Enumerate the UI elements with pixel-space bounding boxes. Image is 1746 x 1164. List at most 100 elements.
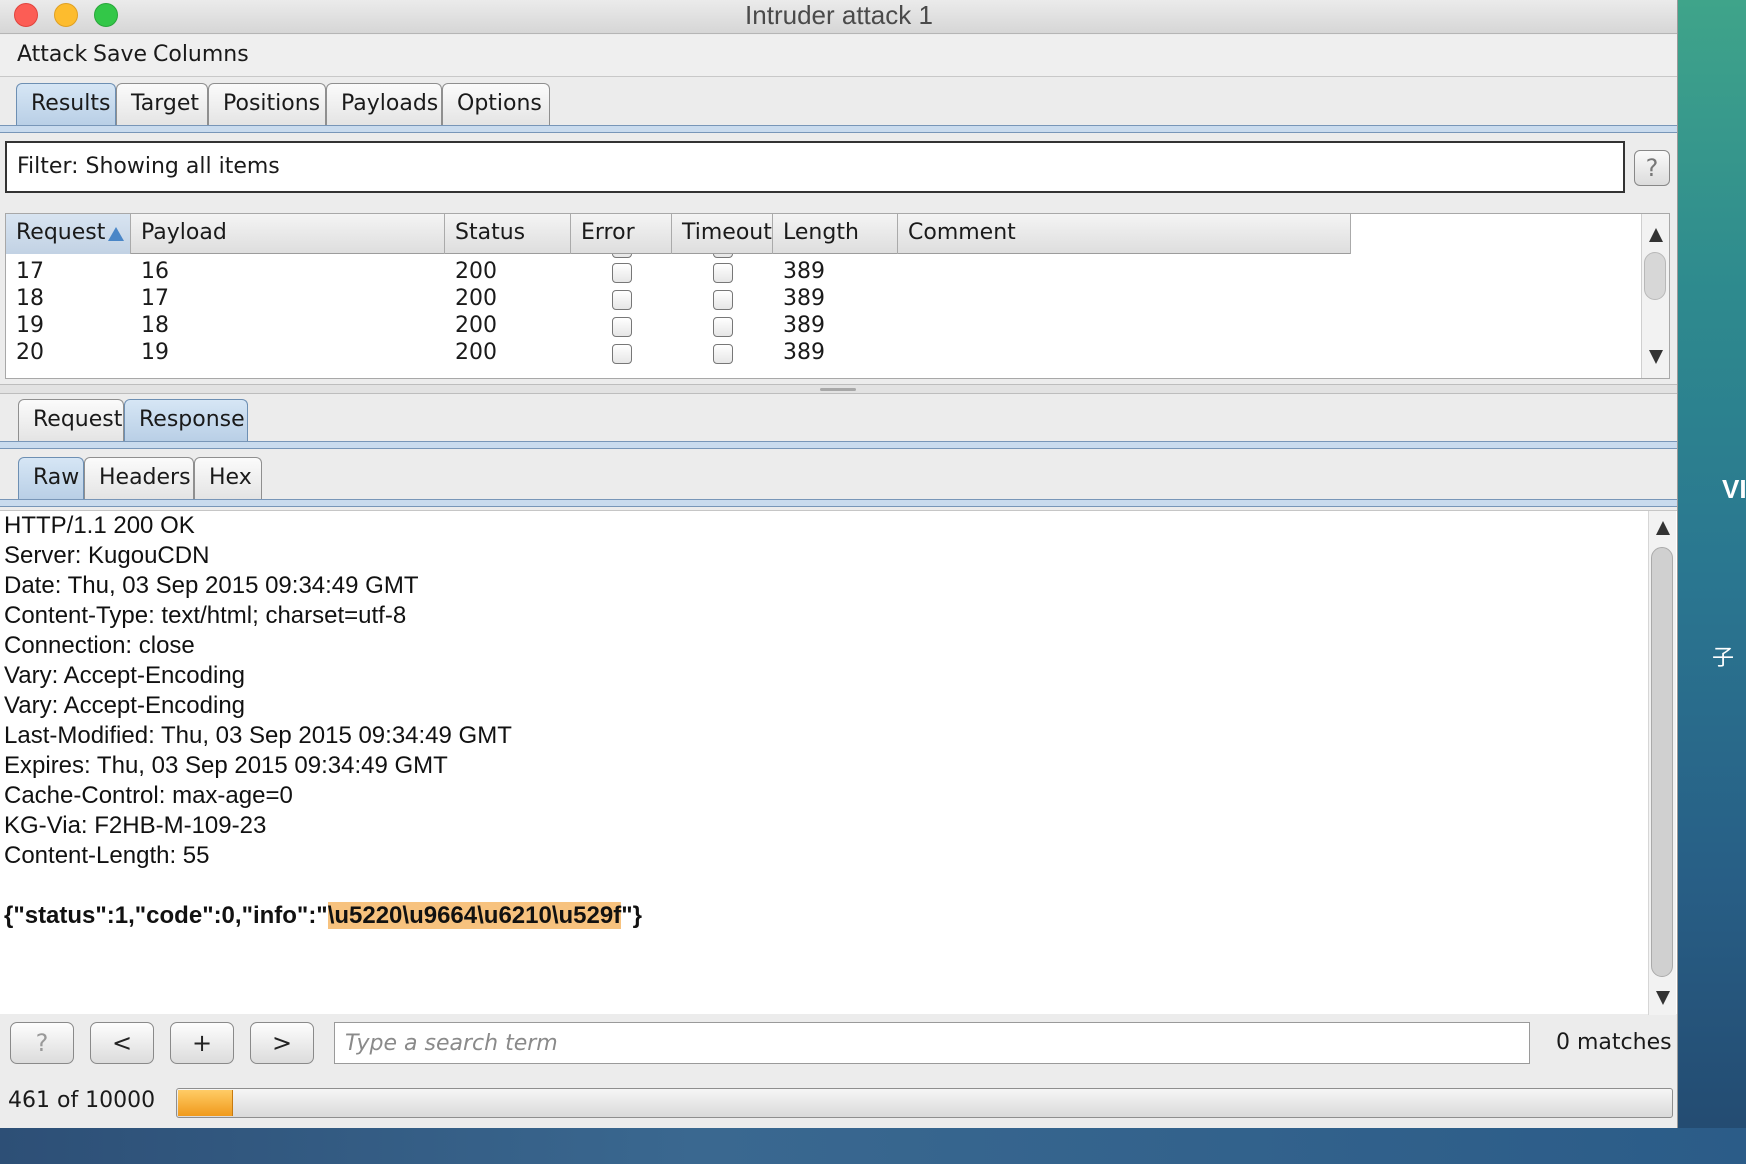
response-body-suffix: "} bbox=[621, 902, 642, 929]
tab-raw[interactable]: Raw bbox=[18, 457, 84, 499]
tab-strip-underline bbox=[0, 499, 1677, 507]
response-text-area[interactable]: HTTP/1.1 200 OK Server: KugouCDN Date: T… bbox=[0, 510, 1677, 1015]
scroll-up-arrow-icon[interactable] bbox=[1656, 521, 1670, 535]
filter-bar[interactable]: Filter: Showing all items bbox=[5, 141, 1625, 193]
search-previous-button[interactable]: < bbox=[90, 1022, 154, 1064]
divider-grip-icon bbox=[820, 388, 856, 391]
error-checkbox bbox=[612, 317, 632, 337]
attack-progress-bar bbox=[176, 1088, 1673, 1118]
results-table: Request Payload Status Error Timeout Len… bbox=[5, 213, 1670, 379]
window-title: Intruder attack 1 bbox=[745, 0, 933, 30]
cell-payload: 18 bbox=[141, 313, 169, 338]
cell-length: 389 bbox=[783, 340, 825, 365]
table-body: 17 16 200 389 18 17 200 389 19 18 200 38… bbox=[6, 254, 1646, 378]
cell-status: 200 bbox=[455, 286, 497, 311]
response-line: Content-Length: 55 bbox=[4, 842, 210, 869]
timeout-checkbox bbox=[713, 263, 733, 283]
response-line: KG-Via: F2HB-M-109-23 bbox=[4, 812, 267, 839]
sort-ascending-icon bbox=[108, 227, 124, 241]
response-line: Cache-Control: max-age=0 bbox=[4, 782, 293, 809]
desktop-partial-text: 子 bbox=[1712, 646, 1735, 671]
timeout-checkbox bbox=[713, 344, 733, 364]
cell-payload: 19 bbox=[141, 340, 169, 365]
cell-status: 200 bbox=[455, 313, 497, 338]
search-next-button[interactable]: > bbox=[250, 1022, 314, 1064]
response-body-highlight: \u5220\u9664\u6210\u529f bbox=[327, 902, 622, 929]
split-pane-divider[interactable] bbox=[0, 384, 1677, 394]
column-header-comment[interactable]: Comment bbox=[898, 214, 1351, 254]
cell-length: 389 bbox=[783, 286, 825, 311]
table-row[interactable]: 18 17 200 389 bbox=[6, 284, 1351, 314]
scroll-up-arrow-icon[interactable] bbox=[1649, 228, 1663, 242]
response-line: Vary: Accept-Encoding bbox=[4, 662, 246, 689]
column-header-payload[interactable]: Payload bbox=[131, 214, 445, 254]
search-add-button[interactable]: + bbox=[170, 1022, 234, 1064]
results-scrollbar[interactable] bbox=[1641, 214, 1669, 378]
cell-status: 200 bbox=[455, 259, 497, 284]
table-row[interactable]: 20 19 200 389 bbox=[6, 338, 1351, 368]
menu-columns[interactable]: Columns bbox=[153, 42, 249, 67]
response-line: HTTP/1.1 200 OK bbox=[4, 512, 195, 539]
filter-help-button[interactable]: ? bbox=[1634, 150, 1670, 186]
tab-target[interactable]: Target bbox=[116, 83, 208, 125]
tab-request[interactable]: Request bbox=[18, 399, 124, 441]
response-line: Last-Modified: Thu, 03 Sep 2015 09:34:49… bbox=[4, 722, 512, 749]
scroll-down-arrow-icon[interactable] bbox=[1656, 991, 1670, 1005]
search-help-button[interactable]: ? bbox=[10, 1022, 74, 1064]
tab-response[interactable]: Response bbox=[124, 399, 248, 441]
tab-hex[interactable]: Hex bbox=[194, 457, 262, 499]
column-header-request[interactable]: Request bbox=[6, 214, 131, 254]
cell-payload: 16 bbox=[141, 259, 169, 284]
tab-strip-underline bbox=[0, 125, 1677, 133]
tab-headers[interactable]: Headers bbox=[84, 457, 194, 499]
column-header-length[interactable]: Length bbox=[773, 214, 898, 254]
response-line: Connection: close bbox=[4, 632, 195, 659]
cell-length: 389 bbox=[783, 259, 825, 284]
error-checkbox bbox=[612, 344, 632, 364]
title-bar: Intruder attack 1 bbox=[0, 0, 1677, 34]
search-input[interactable] bbox=[334, 1022, 1530, 1064]
cell-length: 389 bbox=[783, 313, 825, 338]
response-line: Server: KugouCDN bbox=[4, 542, 210, 569]
table-row[interactable]: 17 16 200 389 bbox=[6, 257, 1351, 287]
table-row[interactable]: 19 18 200 389 bbox=[6, 311, 1351, 341]
response-content: HTTP/1.1 200 OK Server: KugouCDN Date: T… bbox=[4, 511, 1644, 931]
column-header-timeout[interactable]: Timeout bbox=[672, 214, 773, 254]
progress-fill bbox=[178, 1090, 233, 1116]
desktop-partial-text: VI bbox=[1722, 474, 1746, 504]
column-header-status[interactable]: Status bbox=[445, 214, 571, 254]
filter-label: Filter: bbox=[17, 154, 79, 179]
tab-positions[interactable]: Positions bbox=[208, 83, 326, 125]
response-line: Vary: Accept-Encoding bbox=[4, 692, 246, 719]
response-scrollbar[interactable] bbox=[1648, 511, 1676, 1015]
error-checkbox bbox=[612, 290, 632, 310]
progress-count: 461 of 10000 bbox=[8, 1088, 156, 1113]
timeout-checkbox bbox=[713, 290, 733, 310]
intruder-window: Intruder attack 1 Attack Save Columns Re… bbox=[0, 0, 1678, 1128]
desktop-background bbox=[1678, 0, 1746, 1164]
tab-results[interactable]: Results bbox=[16, 83, 116, 125]
filter-text: Showing all items bbox=[85, 154, 280, 179]
response-body-prefix: {"status":1,"code":0,"info":" bbox=[4, 902, 328, 929]
search-match-count: 0 matches bbox=[1556, 1030, 1672, 1055]
scroll-thumb[interactable] bbox=[1651, 547, 1673, 977]
response-line: Expires: Thu, 03 Sep 2015 09:34:49 GMT bbox=[4, 752, 448, 779]
scroll-thumb[interactable] bbox=[1644, 252, 1666, 300]
menu-attack[interactable]: Attack bbox=[17, 42, 87, 67]
cell-request: 17 bbox=[16, 259, 44, 284]
menu-bar: Attack Save Columns bbox=[0, 35, 1677, 77]
cell-request: 18 bbox=[16, 286, 44, 311]
tab-strip-underline bbox=[0, 441, 1677, 449]
cell-payload: 17 bbox=[141, 286, 169, 311]
scroll-down-arrow-icon[interactable] bbox=[1649, 350, 1663, 364]
tab-options[interactable]: Options bbox=[442, 83, 550, 125]
tab-payloads[interactable]: Payloads bbox=[326, 83, 442, 125]
menu-save[interactable]: Save bbox=[93, 42, 147, 67]
response-line: Date: Thu, 03 Sep 2015 09:34:49 GMT bbox=[4, 572, 419, 599]
error-checkbox bbox=[612, 263, 632, 283]
column-header-error[interactable]: Error bbox=[571, 214, 672, 254]
desktop-background bbox=[0, 1128, 1746, 1164]
timeout-checkbox bbox=[713, 317, 733, 337]
response-body: {"status":1,"code":0,"info":"\u5220\u966… bbox=[4, 901, 1644, 931]
cell-request: 20 bbox=[16, 340, 44, 365]
